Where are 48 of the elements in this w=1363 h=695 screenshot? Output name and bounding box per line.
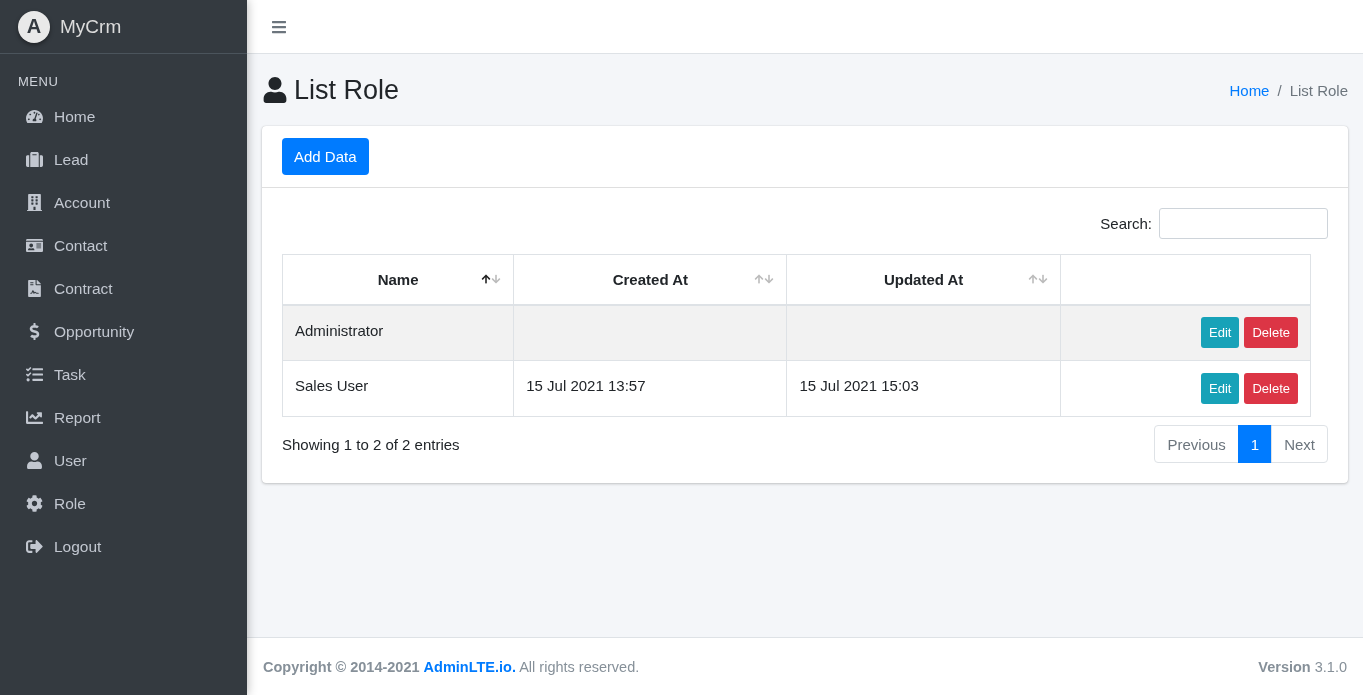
table-cell: Sales User (282, 360, 514, 417)
sort-icon (1027, 274, 1048, 284)
search-field[interactable] (1159, 208, 1328, 239)
brand-logo-icon: A (18, 10, 50, 43)
sidebar-item[interactable]: Report (8, 396, 239, 439)
delete-button[interactable]: Delete (1244, 317, 1298, 349)
delete-button[interactable]: Delete (1244, 373, 1298, 404)
sidebar-item[interactable]: Task (8, 353, 239, 396)
sidebar-item[interactable]: Home (8, 95, 239, 138)
id-card-icon (24, 237, 44, 254)
sidebar-item[interactable]: Account (8, 181, 239, 224)
breadcrumb-separator: / (1277, 81, 1282, 99)
logout-icon (24, 538, 44, 555)
table-cell: 15 Jul 2021 13:57 (513, 360, 787, 417)
user-icon (24, 452, 44, 469)
breadcrumb-current: List Role (1289, 81, 1348, 99)
sidebar-item[interactable]: User (8, 439, 239, 482)
gauge-icon (24, 108, 44, 125)
sidebar-item[interactable]: Role (8, 482, 239, 525)
suitcase-icon (24, 151, 44, 168)
table-cell: 15 Jul 2021 15:03 (787, 360, 1061, 417)
column-header[interactable]: Updated At (787, 254, 1061, 305)
building-icon (24, 194, 44, 211)
checklist-icon (24, 366, 44, 383)
menu-heading: MENU (17, 73, 60, 91)
user-icon (262, 77, 288, 103)
sidebar-item[interactable]: Contract (8, 267, 239, 310)
sidebar-item[interactable]: Contact (8, 224, 239, 267)
settings-icon (24, 495, 44, 512)
line-chart-icon (24, 409, 44, 426)
search-label: Search: (1100, 215, 1152, 232)
menu-icon[interactable] (271, 18, 287, 35)
entries-info: Showing 1 to 2 of 2 entries (282, 435, 460, 453)
table-cell: Administrator (282, 304, 514, 361)
column-header[interactable]: Name (282, 254, 514, 305)
sort-icon (754, 274, 775, 284)
page-title: List Role (262, 74, 400, 106)
column-header[interactable]: Created At (513, 254, 787, 305)
version-text: Version 3.1.0 (1258, 658, 1347, 675)
brand-name[interactable]: MyCrm (60, 15, 122, 38)
sort-icon (481, 274, 502, 284)
copyright-text: Copyright © 2014-2021 AdminLTE.io. All rights reserved. (263, 658, 640, 675)
sidebar-item[interactable]: Lead (8, 138, 239, 181)
breadcrumb-link[interactable]: Home (1229, 81, 1270, 99)
sidebar-item[interactable]: Opportunity (8, 310, 239, 353)
sidebar-item[interactable]: Logout (8, 525, 239, 568)
adminlte-link[interactable]: AdminLTE.io. (423, 658, 516, 675)
add-data-button[interactable]: Add Data (282, 138, 369, 175)
